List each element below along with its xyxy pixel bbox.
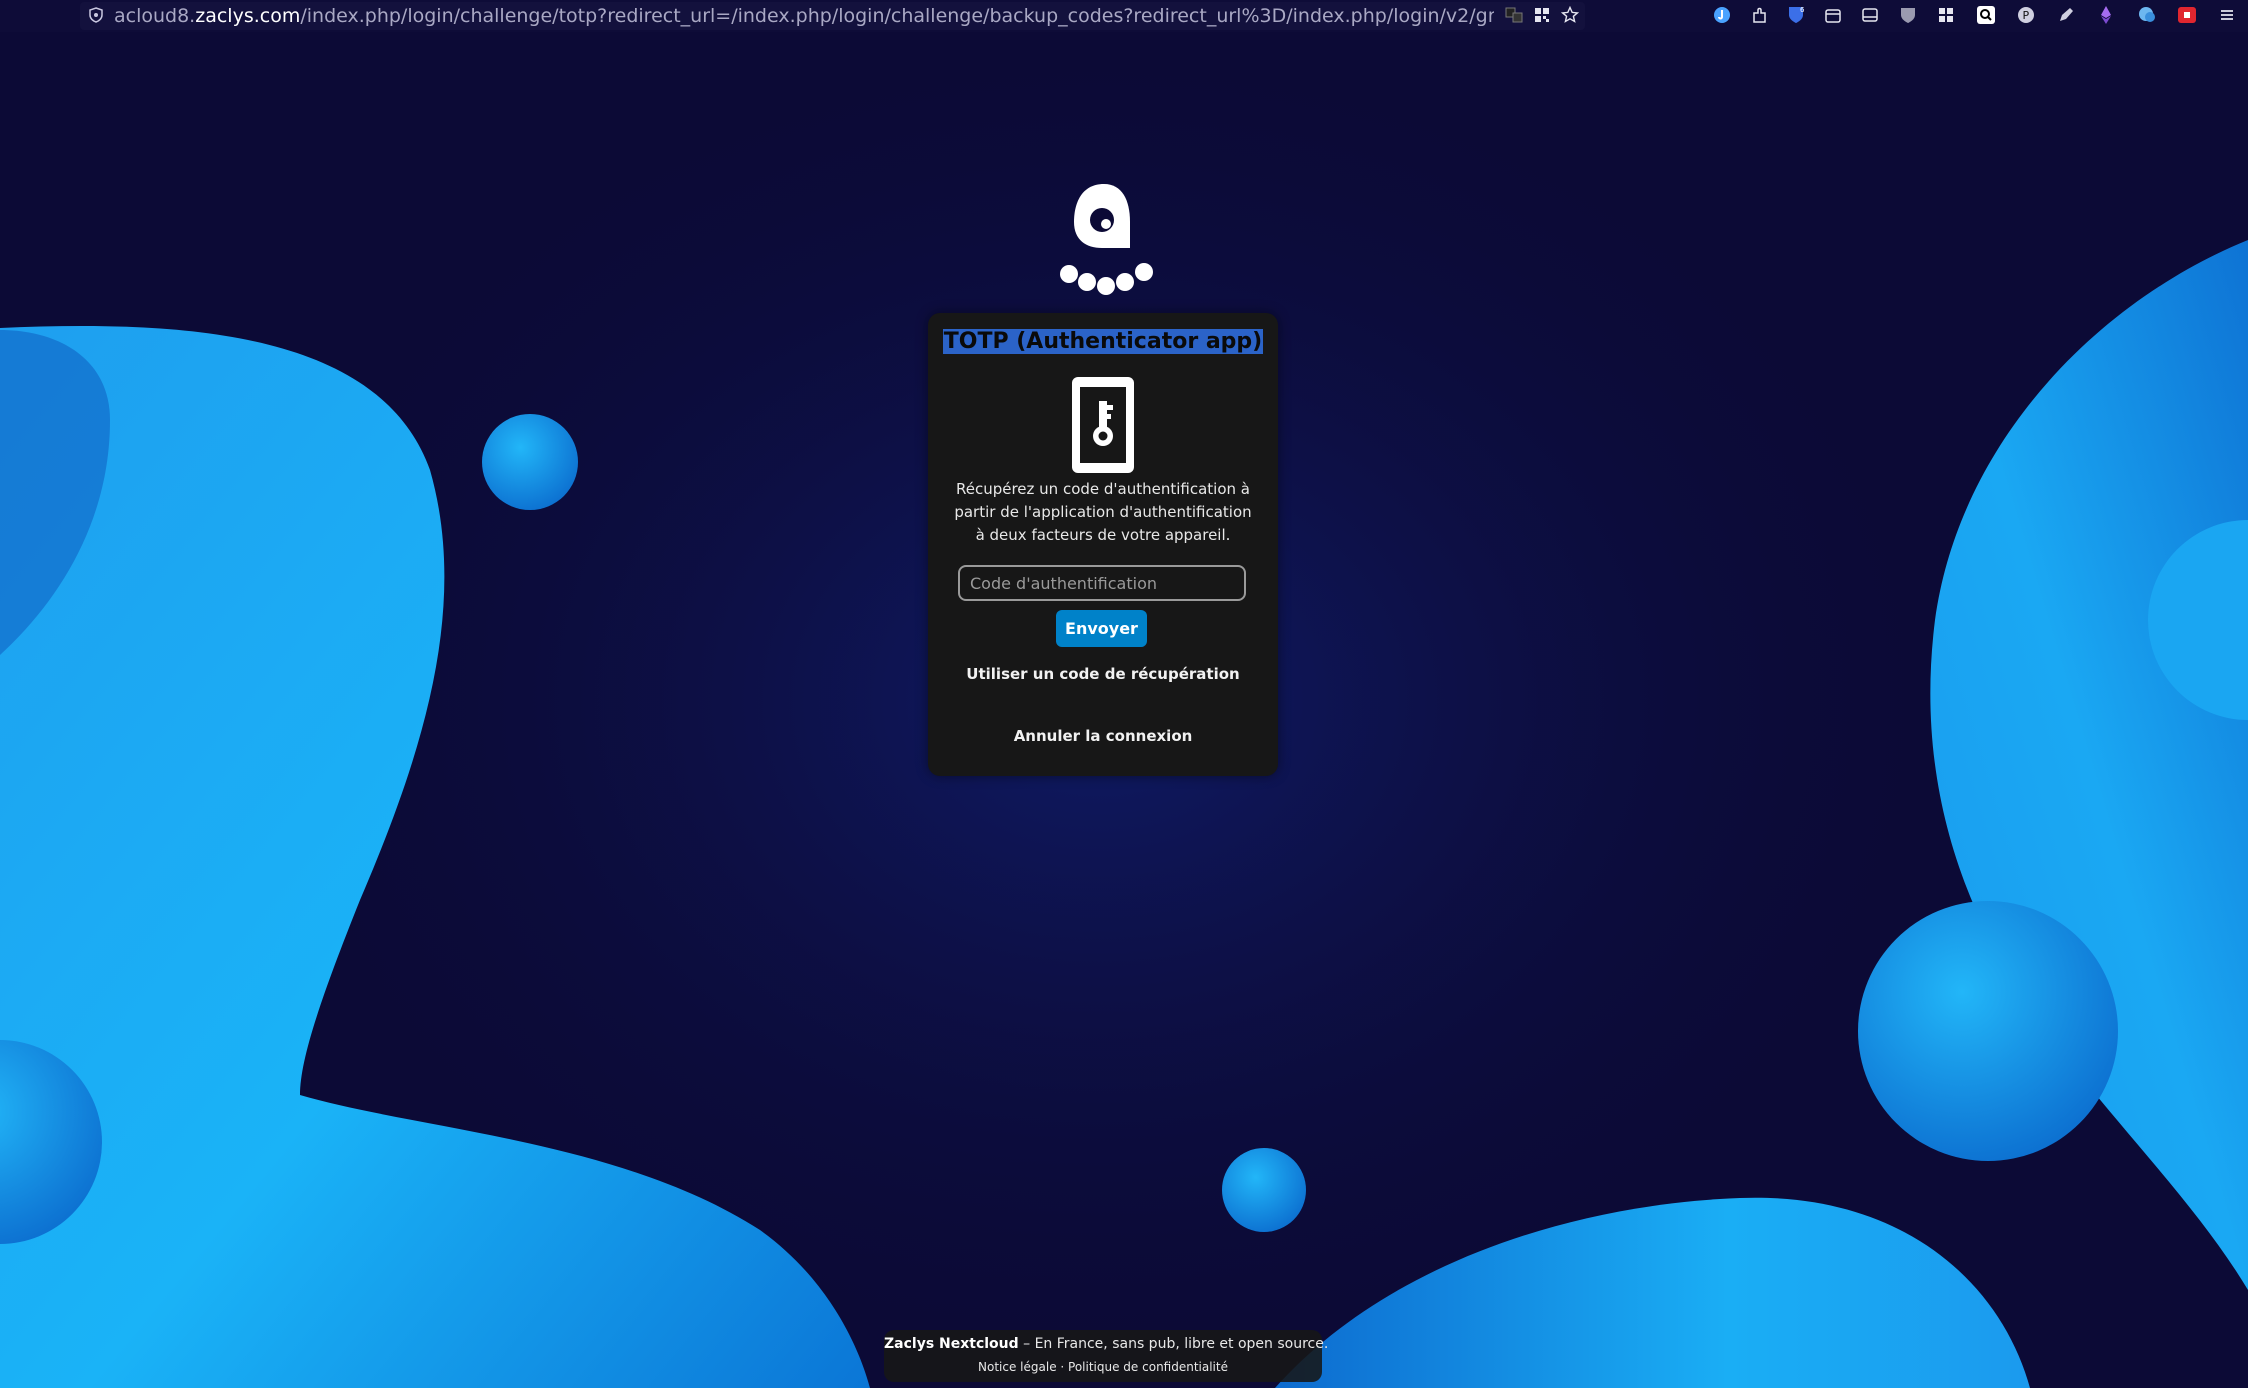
url-host-prefix: acloud8. (114, 5, 196, 27)
page-title-text: TOTP (Authenticator app) (942, 329, 1264, 354)
footer-separator: · (1056, 1360, 1069, 1374)
extension-badge: 6 (1800, 6, 1805, 14)
sidebar-icon[interactable] (1860, 5, 1880, 25)
footer-tagline-text: – En France, sans pub, libre et open sou… (1018, 1336, 1329, 1352)
ethereum-icon[interactable] (2096, 5, 2116, 25)
legal-notice-link[interactable]: Notice légale (978, 1360, 1057, 1374)
puzzle-icon[interactable] (1750, 5, 1770, 25)
submit-button[interactable]: Envoyer (1056, 610, 1147, 647)
authentication-code-input[interactable] (958, 565, 1246, 601)
totp-challenge-card: TOTP (Authenticator app) Récupérez un co… (928, 313, 1278, 776)
page-title: TOTP (Authenticator app) (928, 327, 1278, 357)
footer-brand: Zaclys Nextcloud (884, 1336, 1019, 1352)
menu-icon[interactable] (2217, 5, 2237, 25)
container-icon[interactable] (1823, 5, 1843, 25)
url-host: zaclys.com (195, 5, 301, 27)
footer: Zaclys Nextcloud – En France, sans pub, … (884, 1330, 1328, 1382)
footer-links: Notice légale · Politique de confidentia… (884, 1358, 1322, 1376)
star-icon[interactable] (1561, 6, 1579, 24)
footer-tagline: Zaclys Nextcloud – En France, sans pub, … (884, 1334, 1328, 1354)
extension-icon[interactable] (1712, 5, 1732, 25)
shield-icon[interactable] (88, 7, 104, 23)
totp-description: Récupérez un code d'authentification à p… (954, 480, 1252, 544)
use-backup-code-link[interactable]: Utiliser un code de récupération (928, 663, 1278, 685)
url-path: /index.php/login/challenge/totp?redirect… (300, 5, 1494, 27)
url-text[interactable]: acloud8.zaclys.com/index.php/login/chall… (114, 4, 1494, 28)
search-icon[interactable] (1976, 5, 1996, 25)
qr-icon[interactable] (1533, 6, 1551, 24)
browser-toolbar: acloud8.zaclys.com/index.php/login/chall… (0, 0, 2248, 32)
phone-key-icon (1072, 377, 1134, 473)
chat-icon[interactable] (2137, 5, 2157, 25)
translate-icon[interactable] (1505, 6, 1523, 24)
svg-text:P: P (2023, 9, 2030, 22)
p-icon[interactable]: P (2016, 5, 2036, 25)
grid-icon[interactable] (1936, 5, 1956, 25)
zaclys-logo (1060, 184, 1153, 295)
cancel-login-link[interactable]: Annuler la connexion (928, 725, 1278, 747)
record-icon[interactable] (2177, 5, 2197, 25)
bitwarden-icon[interactable]: 6 (1786, 5, 1806, 25)
privacy-policy-link[interactable]: Politique de confidentialité (1068, 1360, 1228, 1374)
page: acloud8.zaclys.com/index.php/login/chall… (0, 0, 2248, 1388)
ublock-icon[interactable] (1898, 5, 1918, 25)
pen-icon[interactable] (2056, 5, 2076, 25)
